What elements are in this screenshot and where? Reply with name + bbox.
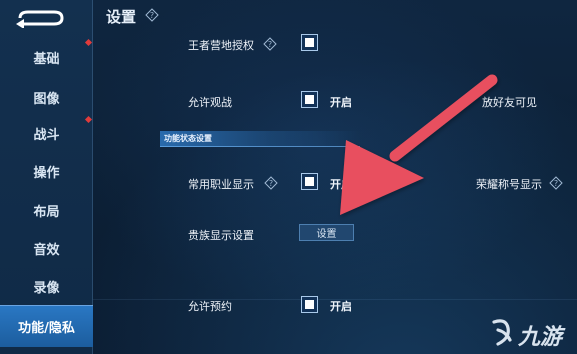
sidebar-item-label: 基础 xyxy=(33,51,60,67)
sidebar-item-label: 录像 xyxy=(33,280,60,296)
sidebar-item-label: 音效 xyxy=(33,242,60,258)
help-icon[interactable]: ? xyxy=(263,37,277,51)
allow-reserve-label: 允许预约 xyxy=(188,300,232,313)
common-job-checkbox[interactable] xyxy=(301,173,318,190)
watermark-text: 九游 xyxy=(518,325,563,350)
common-job-label: 常用职业显示 xyxy=(188,178,254,191)
allow-spectate-label: 允许观战 xyxy=(188,96,232,109)
sidebar-item-label: 功能/隐私 xyxy=(18,320,75,336)
svg-text:?: ? xyxy=(150,11,154,20)
sidebar-item-controls[interactable]: 操作 xyxy=(0,151,93,191)
sidebar-item-replay[interactable]: 录像 xyxy=(0,266,93,306)
help-icon[interactable]: ? xyxy=(549,176,563,190)
sidebar-item-label: 操作 xyxy=(33,165,60,181)
help-icon[interactable]: ? xyxy=(145,8,159,22)
sidebar-item-layout[interactable]: 布局 xyxy=(0,190,93,230)
allow-reserve-checkbox[interactable] xyxy=(301,296,318,313)
svg-text:?: ? xyxy=(268,40,272,49)
camp-auth-checkbox[interactable] xyxy=(301,34,318,51)
sidebar-item-privacy[interactable]: 功能/隐私 xyxy=(0,305,93,347)
help-icon[interactable]: ? xyxy=(264,176,278,190)
sidebar-item-graphics[interactable]: 图像 xyxy=(0,77,93,117)
svg-text:?: ? xyxy=(269,179,273,188)
sidebar-item-label: 战斗 xyxy=(33,127,60,143)
noble-display-settings-button[interactable]: 设置 xyxy=(299,224,354,241)
section-title: 功能状态设置 xyxy=(164,134,212,143)
page-title: 设置 xyxy=(106,8,137,26)
svg-text:?: ? xyxy=(554,179,558,188)
allow-spectate-checkbox[interactable] xyxy=(301,91,318,108)
sidebar-item-basic[interactable]: 基础 xyxy=(0,37,93,77)
honor-title-label: 荣耀称号显示 xyxy=(476,178,542,191)
common-job-state: 开启 xyxy=(330,178,352,191)
camp-auth-label: 王者营地授权 xyxy=(188,39,254,52)
noble-display-button-label: 设置 xyxy=(316,229,337,240)
section-header: 功能状态设置 xyxy=(160,131,360,147)
sidebar-item-sound[interactable]: 音效 xyxy=(0,228,93,268)
noble-display-label: 贵族显示设置 xyxy=(188,229,254,242)
allow-spectate-state: 开启 xyxy=(330,96,352,109)
allow-reserve-state: 开启 xyxy=(330,300,352,313)
settings-screen: 基础 图像 战斗 操作 布局 音效 录像 功能/隐私 设置 ? 王者营地授权 ?… xyxy=(0,0,577,354)
watermark-logo: 九游 xyxy=(488,316,572,350)
settings-sidebar: 基础 图像 战斗 操作 布局 音效 录像 功能/隐私 xyxy=(0,0,93,354)
sidebar-item-combat[interactable]: 战斗 xyxy=(0,113,93,153)
friends-visible-label: 放好友可见 xyxy=(482,96,537,109)
sidebar-item-label: 布局 xyxy=(33,204,60,220)
sidebar-item-label: 图像 xyxy=(33,91,60,107)
back-button[interactable] xyxy=(14,8,74,29)
back-arrow-icon xyxy=(16,10,64,29)
